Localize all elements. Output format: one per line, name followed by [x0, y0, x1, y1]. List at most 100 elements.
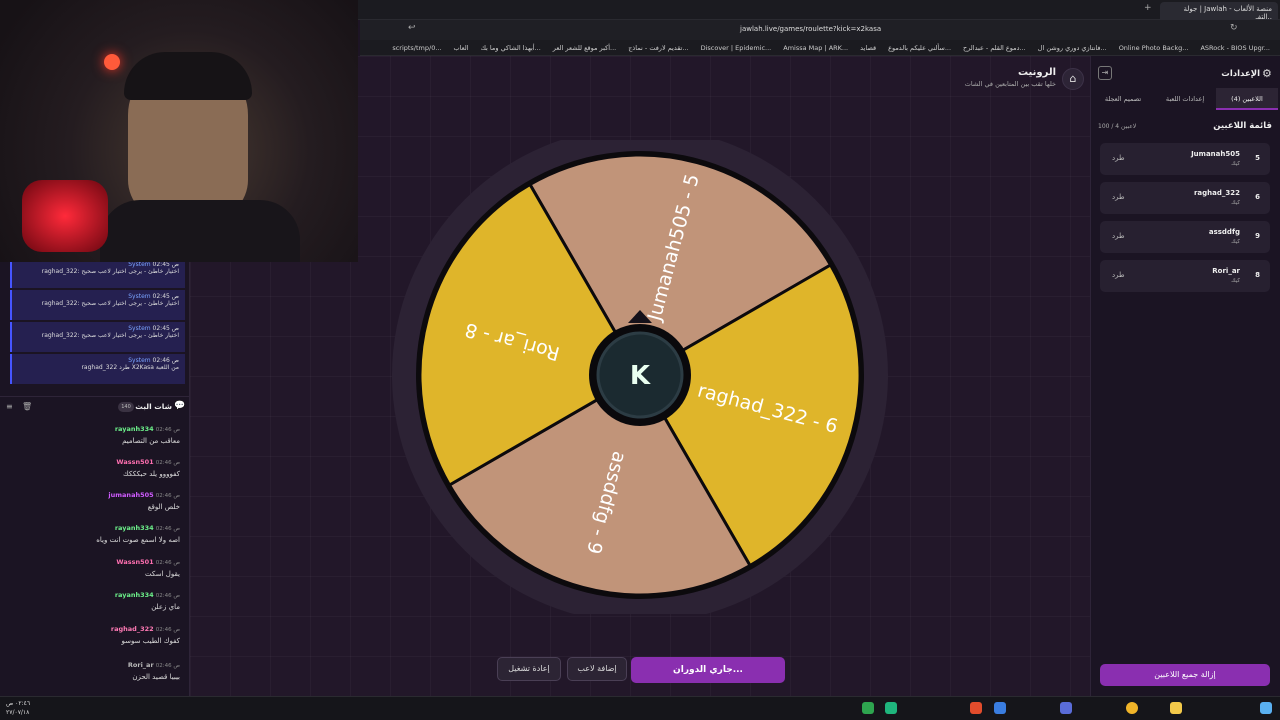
system-sender: System [128, 293, 151, 300]
collapse-panel-icon[interactable]: ⇥ [1098, 66, 1112, 80]
player-number: 5 [1255, 154, 1260, 162]
app-icon[interactable] [994, 702, 1006, 714]
chrome-icon[interactable] [1126, 702, 1138, 714]
bookmark-item[interactable]: Discover | Epidemic... [701, 44, 772, 52]
gear-icon: ⚙ [1262, 67, 1272, 80]
tab-wheel-design[interactable]: تصميم العجلة [1092, 88, 1154, 110]
player-row: raghad_322 كيك 6 طرد [1100, 182, 1270, 214]
clock-date: ٢٧/٠٧/١٨ [6, 709, 30, 716]
page-title: الرونيت [1017, 67, 1056, 78]
chat-message: jumanah505 02:46 ص خلص الوقع [10, 491, 180, 511]
app-icon[interactable] [862, 702, 874, 714]
chat-username: Wassn501 [116, 458, 154, 466]
chat-message: rayanh334 02:46 ص ماي زعلن [10, 591, 180, 611]
chat-username: rayanh334 [114, 524, 154, 532]
bookmark-item[interactable]: أكبر موقع للشعر العر... [553, 44, 616, 52]
chat-username: Rori_ar [127, 661, 154, 669]
player-number: 9 [1255, 232, 1260, 240]
chat-username: Wassn501 [116, 558, 154, 566]
message-time: 02:46 ص [155, 493, 180, 499]
player-row: assddfg كيك 9 طرد [1100, 221, 1270, 253]
system-message: System 02:45 ص raghad_322: اختيار خاطئ -… [10, 258, 185, 288]
chat-text: كفوك الطيب سوسو [121, 637, 180, 645]
bookmark-item[interactable]: ASRock - BIOS Upgr... [1200, 44, 1270, 52]
player-status: كيك [1231, 239, 1240, 245]
chat-text: خلص الوقع [147, 503, 180, 511]
streamer-hat [124, 52, 252, 100]
player-number: 8 [1255, 271, 1260, 279]
clock-time: ٠٢:٤٦ ص [6, 700, 31, 707]
tab-players[interactable]: اللاعبين (4) [1216, 88, 1278, 110]
message-time: 02:45 ص [152, 325, 179, 332]
chat-text: معاقب من التصاميم [122, 437, 180, 445]
chat-text: اصه ولا اسمع صوت انت وياه [96, 536, 180, 544]
app-icon[interactable] [885, 702, 897, 714]
new-tab-icon[interactable]: + [1144, 3, 1152, 13]
roulette-wheel[interactable]: Jumanah505 - 5raghad_322 - 6assddfg - 9R… [390, 140, 890, 614]
brave-icon[interactable] [970, 702, 982, 714]
refresh-icon[interactable]: ↻ [1230, 23, 1238, 33]
taskbar-clock: ٠٢:٤٦ ص ٢٧/٠٧/١٨ [6, 699, 30, 717]
system-sender: System [128, 261, 151, 268]
bookmark-item[interactable]: سألني عليكم بالدموع... [888, 44, 951, 52]
message-time: 02:45 ص [152, 293, 179, 300]
home-icon[interactable]: ⌂ [1062, 68, 1084, 90]
bookmark-item[interactable]: أبهذا الشاكي وما بك... [481, 44, 541, 52]
restart-button[interactable]: إعادة تشغيل [497, 657, 561, 681]
url-field[interactable]: jawlah.live/games/roulette?kick=x2kasa [740, 25, 881, 33]
tab-game-settings[interactable]: إعدادات اللعبة [1154, 88, 1216, 110]
page-subtitle: خلها تقب بين المتابعين في الشات [964, 80, 1056, 88]
chat-message: Wassn501 02:46 ص يقول اسكت [10, 558, 180, 578]
spin-button[interactable]: جاري الدوران... [631, 657, 785, 683]
address-bar: jawlah.live/games/roulette?kick=x2kasa ↻… [360, 20, 1280, 40]
back-icon[interactable]: ↩ [408, 23, 416, 33]
bookmark-item[interactable]: دموع القلم - عبدالرح... [963, 44, 1026, 52]
chat-message: rayanh334 02:46 ص معاقب من التصاميم [10, 425, 180, 445]
kick-logo-icon: K [630, 361, 651, 391]
chat-text: ماي زعلن [151, 603, 180, 611]
player-number: 6 [1255, 193, 1260, 201]
divider [0, 396, 190, 397]
message-time: 02:46 ص [155, 427, 180, 433]
chat-icon: 💬 [174, 401, 186, 411]
chat-message: Wassn501 02:46 ص كفوووو يلد حبكككك [10, 458, 180, 478]
bookmark-item[interactable]: قصايد [860, 44, 876, 52]
message-time: 02:46 ص [155, 460, 180, 466]
bookmark-item[interactable]: Online Photo Backg... [1119, 44, 1189, 52]
kick-button[interactable]: طرد [1112, 193, 1125, 201]
app-icon[interactable] [1060, 702, 1072, 714]
chat-message: raghad_322 02:46 ص كفوك الطيب سوسو [10, 625, 180, 645]
players-list-title: قائمة اللاعبين [1213, 121, 1272, 131]
message-text: raghad_322: اختيار خاطئ - يرجى اختيار لا… [41, 268, 179, 275]
bookmarks-bar: ASRock - BIOS Upgr... Online Photo Backg… [360, 40, 1280, 56]
chat-text: بيبيا قصيد الحزن [132, 673, 180, 681]
trash-icon[interactable]: 🗑 [22, 402, 32, 411]
bookmark-item[interactable]: العاب [454, 44, 469, 52]
bookmark-item[interactable]: Amissa Map | ARK... [783, 44, 848, 52]
bookmark-item[interactable]: scripts/tmp/0... [392, 44, 441, 52]
message-time: 02:46 ص [155, 560, 180, 566]
red-light [22, 180, 108, 252]
chat-username: raghad_322 [110, 625, 154, 633]
system-message: System 02:45 ص raghad_322: اختيار خاطئ -… [10, 322, 185, 352]
folder-icon[interactable] [1170, 702, 1182, 714]
remove-all-players-button[interactable]: إزالة جميع اللاعبين [1100, 664, 1270, 686]
message-time: 02:46 ص [155, 663, 180, 669]
chat-username: jumanah505 [108, 491, 154, 499]
player-row: Rori_ar كيك 8 طرد [1100, 260, 1270, 292]
kick-button[interactable]: طرد [1112, 232, 1125, 240]
bookmark-item[interactable]: تقديم لارفت - نماذج... [628, 44, 688, 52]
message-text: raghad_322 طرد X2Kasa من اللعبة [81, 364, 179, 371]
system-sender: System [128, 357, 151, 364]
chat-text: يقول اسكت [145, 570, 180, 578]
kick-button[interactable]: طرد [1112, 271, 1125, 279]
streamer-shirt [100, 200, 300, 262]
add-player-button[interactable]: إضافة لاعب [567, 657, 627, 681]
player-status: كيك [1231, 278, 1240, 284]
message-time: 02:46 ص [152, 357, 179, 364]
menu-icon[interactable]: ≡ [6, 402, 13, 411]
chat-message: Rori_ar 02:46 ص بيبيا قصيد الحزن [10, 661, 180, 681]
bookmark-item[interactable]: فانتازي دوري روشن ال... [1038, 44, 1107, 52]
windows-icon[interactable] [1260, 702, 1272, 714]
kick-button[interactable]: طرد [1112, 154, 1125, 162]
